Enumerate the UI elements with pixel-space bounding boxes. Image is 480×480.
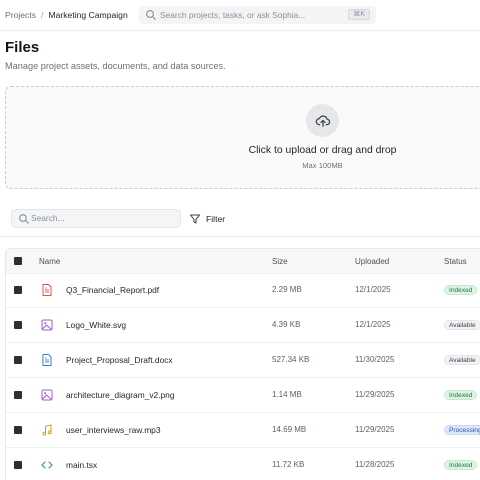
status-badge: Processing xyxy=(444,425,480,435)
status-badge: Indexed xyxy=(444,285,478,295)
table-row[interactable]: main.tsx 11.72 KB 11/28/2025 Indexed xyxy=(6,448,480,480)
filter-button[interactable]: Filter xyxy=(189,209,225,228)
file-size: 4.39 KB xyxy=(272,320,301,329)
pdf-file-icon xyxy=(38,281,56,299)
file-name[interactable]: Q3_Financial_Report.pdf xyxy=(66,273,159,307)
breadcrumb: Projects / Marketing Campaign xyxy=(5,0,128,30)
global-search-placeholder: Search projects, tasks, or ask Sophia... xyxy=(160,10,306,20)
file-uploaded-date: 12/1/2025 xyxy=(355,285,391,294)
file-uploaded-date: 11/28/2025 xyxy=(355,460,395,469)
column-header-size[interactable]: Size xyxy=(272,249,288,274)
file-size: 1.14 MB xyxy=(272,390,302,399)
file-uploaded-date: 11/29/2025 xyxy=(355,390,395,399)
status-badge: Indexed xyxy=(444,390,478,400)
global-search-input[interactable]: Search projects, tasks, or ask Sophia...… xyxy=(139,6,376,24)
file-name[interactable]: user_interviews_raw.mp3 xyxy=(66,413,161,447)
file-name[interactable]: Logo_White.svg xyxy=(66,308,126,342)
upload-icon-circle xyxy=(306,104,339,137)
file-uploaded-date: 11/30/2025 xyxy=(355,355,395,364)
page-subtitle: Manage project assets, documents, and da… xyxy=(5,61,226,71)
files-search-placeholder: Search... xyxy=(31,213,65,223)
upload-cloud-icon xyxy=(315,115,330,127)
row-checkbox[interactable] xyxy=(14,356,22,364)
file-name[interactable]: main.tsx xyxy=(66,448,97,480)
row-checkbox[interactable] xyxy=(14,286,22,294)
search-icon xyxy=(19,214,29,224)
audio-file-icon xyxy=(38,421,56,439)
table-row[interactable]: Logo_White.svg 4.39 KB 12/1/2025 Availab… xyxy=(6,308,480,343)
row-checkbox[interactable] xyxy=(14,426,22,434)
row-checkbox[interactable] xyxy=(14,321,22,329)
upload-title: Click to upload or drag and drop xyxy=(248,145,397,156)
breadcrumb-projects-link[interactable]: Projects xyxy=(5,10,36,20)
file-uploaded-date: 11/29/2025 xyxy=(355,425,395,434)
status-badge: Available xyxy=(444,355,480,365)
image-file-icon xyxy=(38,316,56,334)
file-uploaded-date: 12/1/2025 xyxy=(355,320,391,329)
column-header-status[interactable]: Status xyxy=(444,249,467,274)
table-row[interactable]: Q3_Financial_Report.pdf 2.29 MB 12/1/202… xyxy=(6,273,480,308)
upload-size-limit: Max 100MB xyxy=(302,161,343,170)
column-header-name[interactable]: Name xyxy=(39,249,60,274)
breadcrumb-current: Marketing Campaign xyxy=(48,10,128,20)
file-size: 527.34 KB xyxy=(272,355,310,364)
files-table: Name Size Uploaded Status Q3_Financial_R… xyxy=(5,248,480,480)
page-title: Files xyxy=(5,39,40,56)
status-badge: Available xyxy=(444,320,480,330)
select-all-checkbox[interactable] xyxy=(14,257,22,265)
status-badge: Indexed xyxy=(444,460,478,470)
breadcrumb-separator: / xyxy=(41,10,44,20)
search-icon xyxy=(146,10,156,20)
filter-label: Filter xyxy=(206,213,226,224)
files-search-input[interactable]: Search... xyxy=(11,209,181,228)
keyboard-shortcut-badge: ⌘K xyxy=(348,9,370,20)
code-file-icon xyxy=(38,456,56,474)
file-size: 2.29 MB xyxy=(272,285,302,294)
table-row[interactable]: architecture_diagram_v2.png 1.14 MB 11/2… xyxy=(6,378,480,413)
image-file-icon xyxy=(38,386,56,404)
upload-dropzone[interactable]: Click to upload or drag and drop Max 100… xyxy=(5,86,480,189)
table-row[interactable]: user_interviews_raw.mp3 14.69 MB 11/29/2… xyxy=(6,413,480,448)
row-checkbox[interactable] xyxy=(14,461,22,469)
file-name[interactable]: architecture_diagram_v2.png xyxy=(66,378,174,412)
file-size: 11.72 KB xyxy=(272,460,305,469)
filter-icon xyxy=(190,214,200,223)
divider xyxy=(0,236,480,237)
top-bar: Projects / Marketing Campaign Search pro… xyxy=(0,0,480,31)
column-header-uploaded[interactable]: Uploaded xyxy=(355,249,389,274)
file-name[interactable]: Project_Proposal_Draft.docx xyxy=(66,343,173,377)
table-header: Name Size Uploaded Status xyxy=(6,249,480,274)
row-checkbox[interactable] xyxy=(14,391,22,399)
file-size: 14.69 MB xyxy=(272,425,307,434)
table-row[interactable]: Project_Proposal_Draft.docx 527.34 KB 11… xyxy=(6,343,480,378)
document-file-icon xyxy=(38,351,56,369)
